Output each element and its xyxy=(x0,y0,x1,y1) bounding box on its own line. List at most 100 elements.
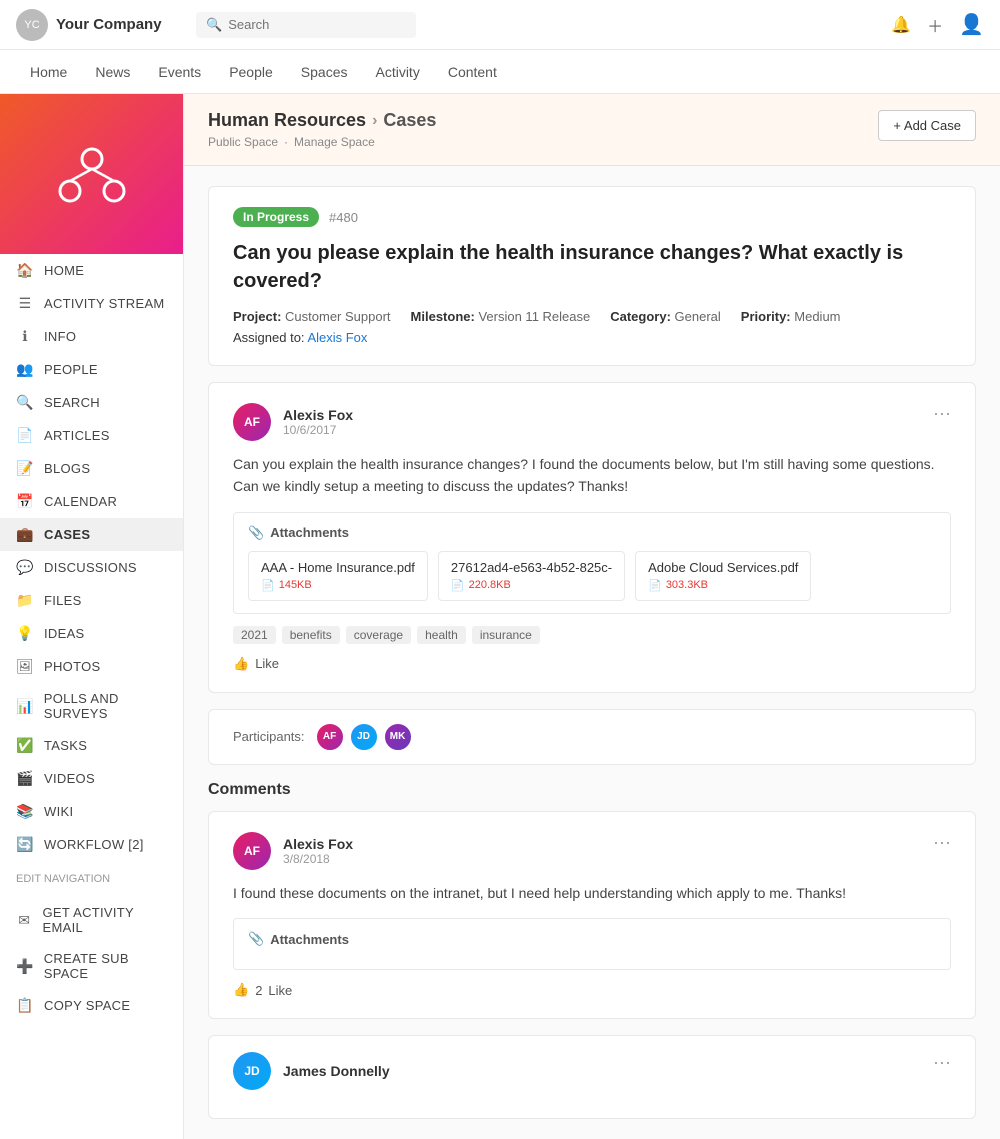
nav-events[interactable]: Events xyxy=(144,50,215,94)
comment-author[interactable]: Alexis Fox xyxy=(283,836,353,852)
create-sub-icon: ➕ xyxy=(16,958,34,975)
comment-card: AF Alexis Fox 3/8/2018 ··· I found these… xyxy=(208,811,976,1019)
case-category: Category: General xyxy=(610,309,721,324)
sidebar-item-home[interactable]: 🏠 HOME xyxy=(0,254,183,287)
file-size: 📄 303.3KB xyxy=(648,579,798,592)
breadcrumb-space[interactable]: Human Resources xyxy=(208,110,366,131)
tag[interactable]: health xyxy=(417,626,466,644)
search-input[interactable] xyxy=(228,17,388,32)
add-case-button[interactable]: + Add Case xyxy=(878,110,976,141)
sidebar-item-search[interactable]: 🔍 SEARCH xyxy=(0,386,183,419)
like-row[interactable]: 👍 Like xyxy=(233,656,951,672)
copy-space-icon: 📋 xyxy=(16,997,34,1014)
top-nav: YC Your Company 🔍 🔔 ＋ 👤 xyxy=(0,0,1000,50)
sidebar-item-copy-space[interactable]: 📋 COPY SPACE xyxy=(0,989,183,1022)
sidebar-item-workflow[interactable]: 🔄 WORKFLOW [2] xyxy=(0,828,183,861)
sidebar-item-files[interactable]: 📁 FILES xyxy=(0,584,183,617)
comments-title: Comments xyxy=(208,781,976,799)
attachment-file[interactable]: AAA - Home Insurance.pdf 📄 145KB xyxy=(248,551,428,601)
email-icon: ✉ xyxy=(16,912,33,929)
nav-news[interactable]: News xyxy=(81,50,144,94)
videos-icon: 🎬 xyxy=(16,770,34,787)
case-priority: Priority: Medium xyxy=(741,309,841,324)
sidebar-item-calendar[interactable]: 📅 CALENDAR xyxy=(0,485,183,518)
ideas-icon: 💡 xyxy=(16,625,34,642)
participants-label: Participants: xyxy=(233,729,305,744)
file-size: 📄 145KB xyxy=(261,579,415,592)
main-comment-card: AF Alexis Fox 10/6/2017 ··· Can you expl… xyxy=(208,382,976,693)
sidebar-item-tasks[interactable]: ✅ TASKS xyxy=(0,729,183,762)
sidebar-item-polls[interactable]: 📊 POLLS AND SURVEYS xyxy=(0,683,183,729)
sidebar-item-discussions[interactable]: 💬 DISCUSSIONS xyxy=(0,551,183,584)
sidebar-item-label: FILES xyxy=(44,593,82,608)
manage-space-link[interactable]: Manage Space xyxy=(294,135,375,149)
public-space-link[interactable]: Public Space xyxy=(208,135,278,149)
space-image xyxy=(0,94,183,254)
tag[interactable]: insurance xyxy=(472,626,540,644)
sidebar-item-create-sub[interactable]: ➕ CREATE SUB SPACE xyxy=(0,943,183,989)
search-bar[interactable]: 🔍 xyxy=(196,12,416,38)
participant-avatar: AF xyxy=(315,722,345,752)
sidebar-item-activity-email[interactable]: ✉ GET ACTIVITY EMAIL xyxy=(0,897,183,943)
tag[interactable]: coverage xyxy=(346,626,411,644)
case-id: #480 xyxy=(329,210,358,225)
user-menu-button[interactable]: 👤 xyxy=(959,12,984,37)
attachment-file[interactable]: Adobe Cloud Services.pdf 📄 303.3KB xyxy=(635,551,811,601)
sidebar-item-videos[interactable]: 🎬 VIDEOS xyxy=(0,762,183,795)
sidebar-nav: 🏠 HOME ☰ ACTIVITY STREAM ℹ INFO 👥 PEOPLE… xyxy=(0,254,183,861)
breadcrumb-section: Cases xyxy=(383,110,436,131)
home-icon: 🏠 xyxy=(16,262,34,279)
header-meta: Public Space · Manage Space xyxy=(208,135,436,149)
tag[interactable]: benefits xyxy=(282,626,340,644)
comment-header: AF Alexis Fox 10/6/2017 ··· xyxy=(233,403,951,441)
main-nav: Home News Events People Spaces Activity … xyxy=(0,50,1000,94)
comment-author[interactable]: Alexis Fox xyxy=(283,407,353,423)
top-nav-actions: 🔔 ＋ 👤 xyxy=(891,12,984,37)
comment-menu-button[interactable]: ··· xyxy=(933,1052,951,1073)
file-name: AAA - Home Insurance.pdf xyxy=(261,560,415,575)
add-button[interactable]: ＋ xyxy=(927,13,943,37)
sidebar-item-cases[interactable]: 💼 CASES xyxy=(0,518,183,551)
pdf-icon: 📄 xyxy=(451,579,465,592)
polls-icon: 📊 xyxy=(16,698,34,715)
nav-content[interactable]: Content xyxy=(434,50,511,94)
nav-spaces[interactable]: Spaces xyxy=(287,50,362,94)
comment-menu-button[interactable]: ··· xyxy=(933,832,951,853)
tag[interactable]: 2021 xyxy=(233,626,276,644)
comment-menu-button[interactable]: ··· xyxy=(933,403,951,424)
sidebar-item-label: BLOGS xyxy=(44,461,90,476)
tasks-icon: ✅ xyxy=(16,737,34,754)
attachment-file[interactable]: 27612ad4-e563-4b52-825c- 📄 220.8KB xyxy=(438,551,625,601)
sidebar-item-activity[interactable]: ☰ ACTIVITY STREAM xyxy=(0,287,183,320)
thumbs-up-icon: 👍 xyxy=(233,982,249,998)
sidebar-item-people[interactable]: 👥 PEOPLE xyxy=(0,353,183,386)
nav-activity[interactable]: Activity xyxy=(361,50,433,94)
notifications-button[interactable]: 🔔 xyxy=(891,15,911,35)
info-icon: ℹ xyxy=(16,328,34,345)
sidebar-item-info[interactable]: ℹ INFO xyxy=(0,320,183,353)
workflow-icon: 🔄 xyxy=(16,836,34,853)
like-row[interactable]: 👍 2 Like xyxy=(233,982,951,998)
attachments-title: 📎 Attachments xyxy=(248,525,936,541)
nav-home[interactable]: Home xyxy=(16,50,81,94)
sidebar-item-wiki[interactable]: 📚 WIKI xyxy=(0,795,183,828)
sidebar-item-label: CALENDAR xyxy=(44,494,117,509)
sidebar-item-blogs[interactable]: 📝 BLOGS xyxy=(0,452,183,485)
brand-avatar-img: YC xyxy=(16,9,48,41)
sidebar-item-label: WIKI xyxy=(44,804,73,819)
comment-user-info: Alexis Fox 10/6/2017 xyxy=(283,407,353,437)
nav-people[interactable]: People xyxy=(215,50,287,94)
sidebar-item-ideas[interactable]: 💡 IDEAS xyxy=(0,617,183,650)
like-count: 2 xyxy=(255,983,262,998)
brand: YC Your Company xyxy=(16,9,196,41)
files-icon: 📁 xyxy=(16,592,34,609)
comment-date: 3/8/2018 xyxy=(283,852,353,866)
sidebar-item-photos[interactable]: 🖼 PHOTOS xyxy=(0,650,183,683)
cases-icon: 💼 xyxy=(16,526,34,543)
comment-author[interactable]: James Donnelly xyxy=(283,1063,390,1079)
sidebar-item-articles[interactable]: 📄 ARTICLES xyxy=(0,419,183,452)
sidebar: 🏠 HOME ☰ ACTIVITY STREAM ℹ INFO 👥 PEOPLE… xyxy=(0,94,184,1139)
participants-row: Participants: AF JD MK xyxy=(208,709,976,765)
comment-header: JD James Donnelly ··· xyxy=(233,1052,951,1090)
layout: 🏠 HOME ☰ ACTIVITY STREAM ℹ INFO 👥 PEOPLE… xyxy=(0,94,1000,1139)
